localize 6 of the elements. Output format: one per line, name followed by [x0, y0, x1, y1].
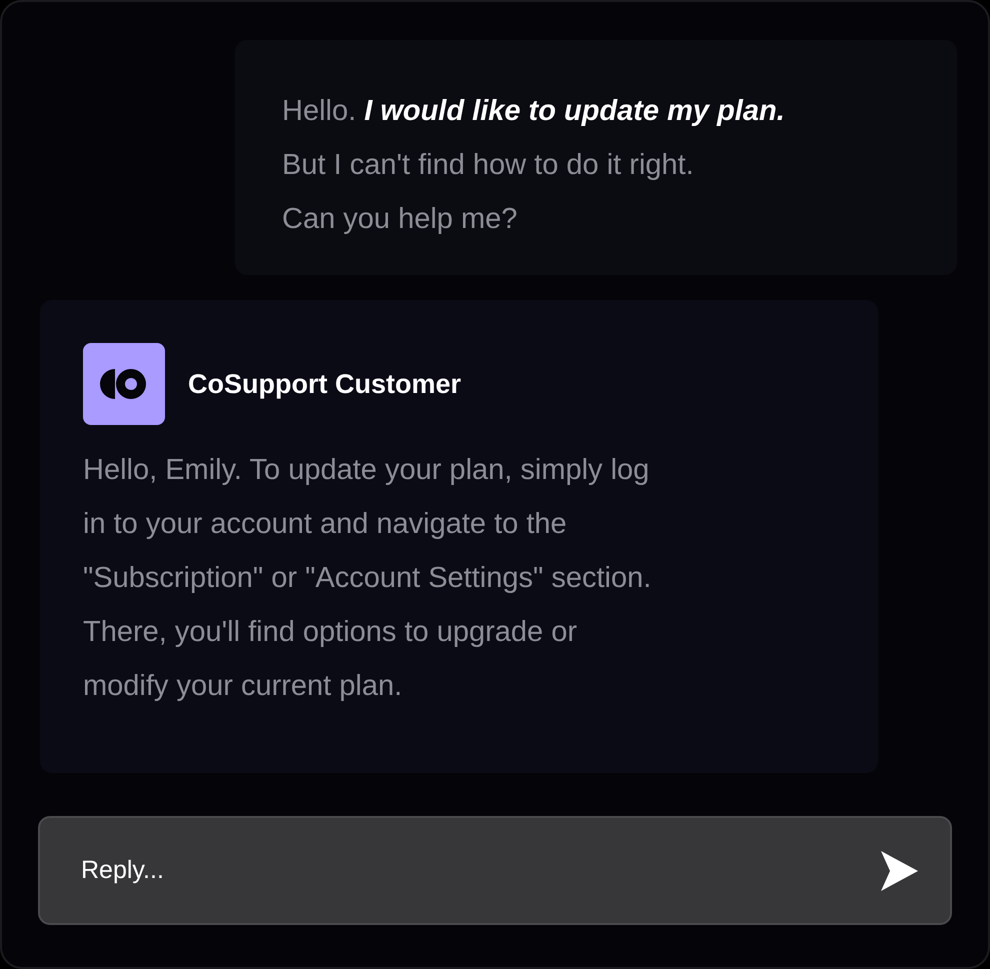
send-icon	[879, 850, 919, 892]
sender-name: CoSupport Customer	[188, 368, 461, 401]
user-message-text: Hello. I would like to update my plan. But I can't find how to do it right. Can you help me?	[282, 94, 785, 237]
reply-field[interactable]: Reply...	[38, 816, 952, 925]
agent-message-text: Hello, Emily. To update your plan, simply log in to your account and navigate to the "Subscription" or "Account Settings" section. There, you'll find options to upgrade or modify your current plan.	[83, 453, 652, 704]
logo-icon	[83, 343, 165, 425]
